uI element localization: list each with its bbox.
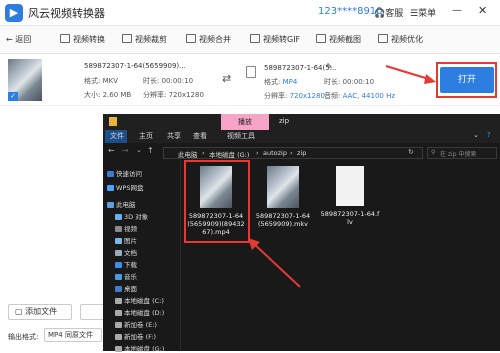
arrowhead-open xyxy=(424,74,436,84)
arrow-line-to-open xyxy=(385,65,433,81)
annotation-arrows xyxy=(248,65,436,288)
arrow-line-to-mp4 xyxy=(251,241,301,288)
